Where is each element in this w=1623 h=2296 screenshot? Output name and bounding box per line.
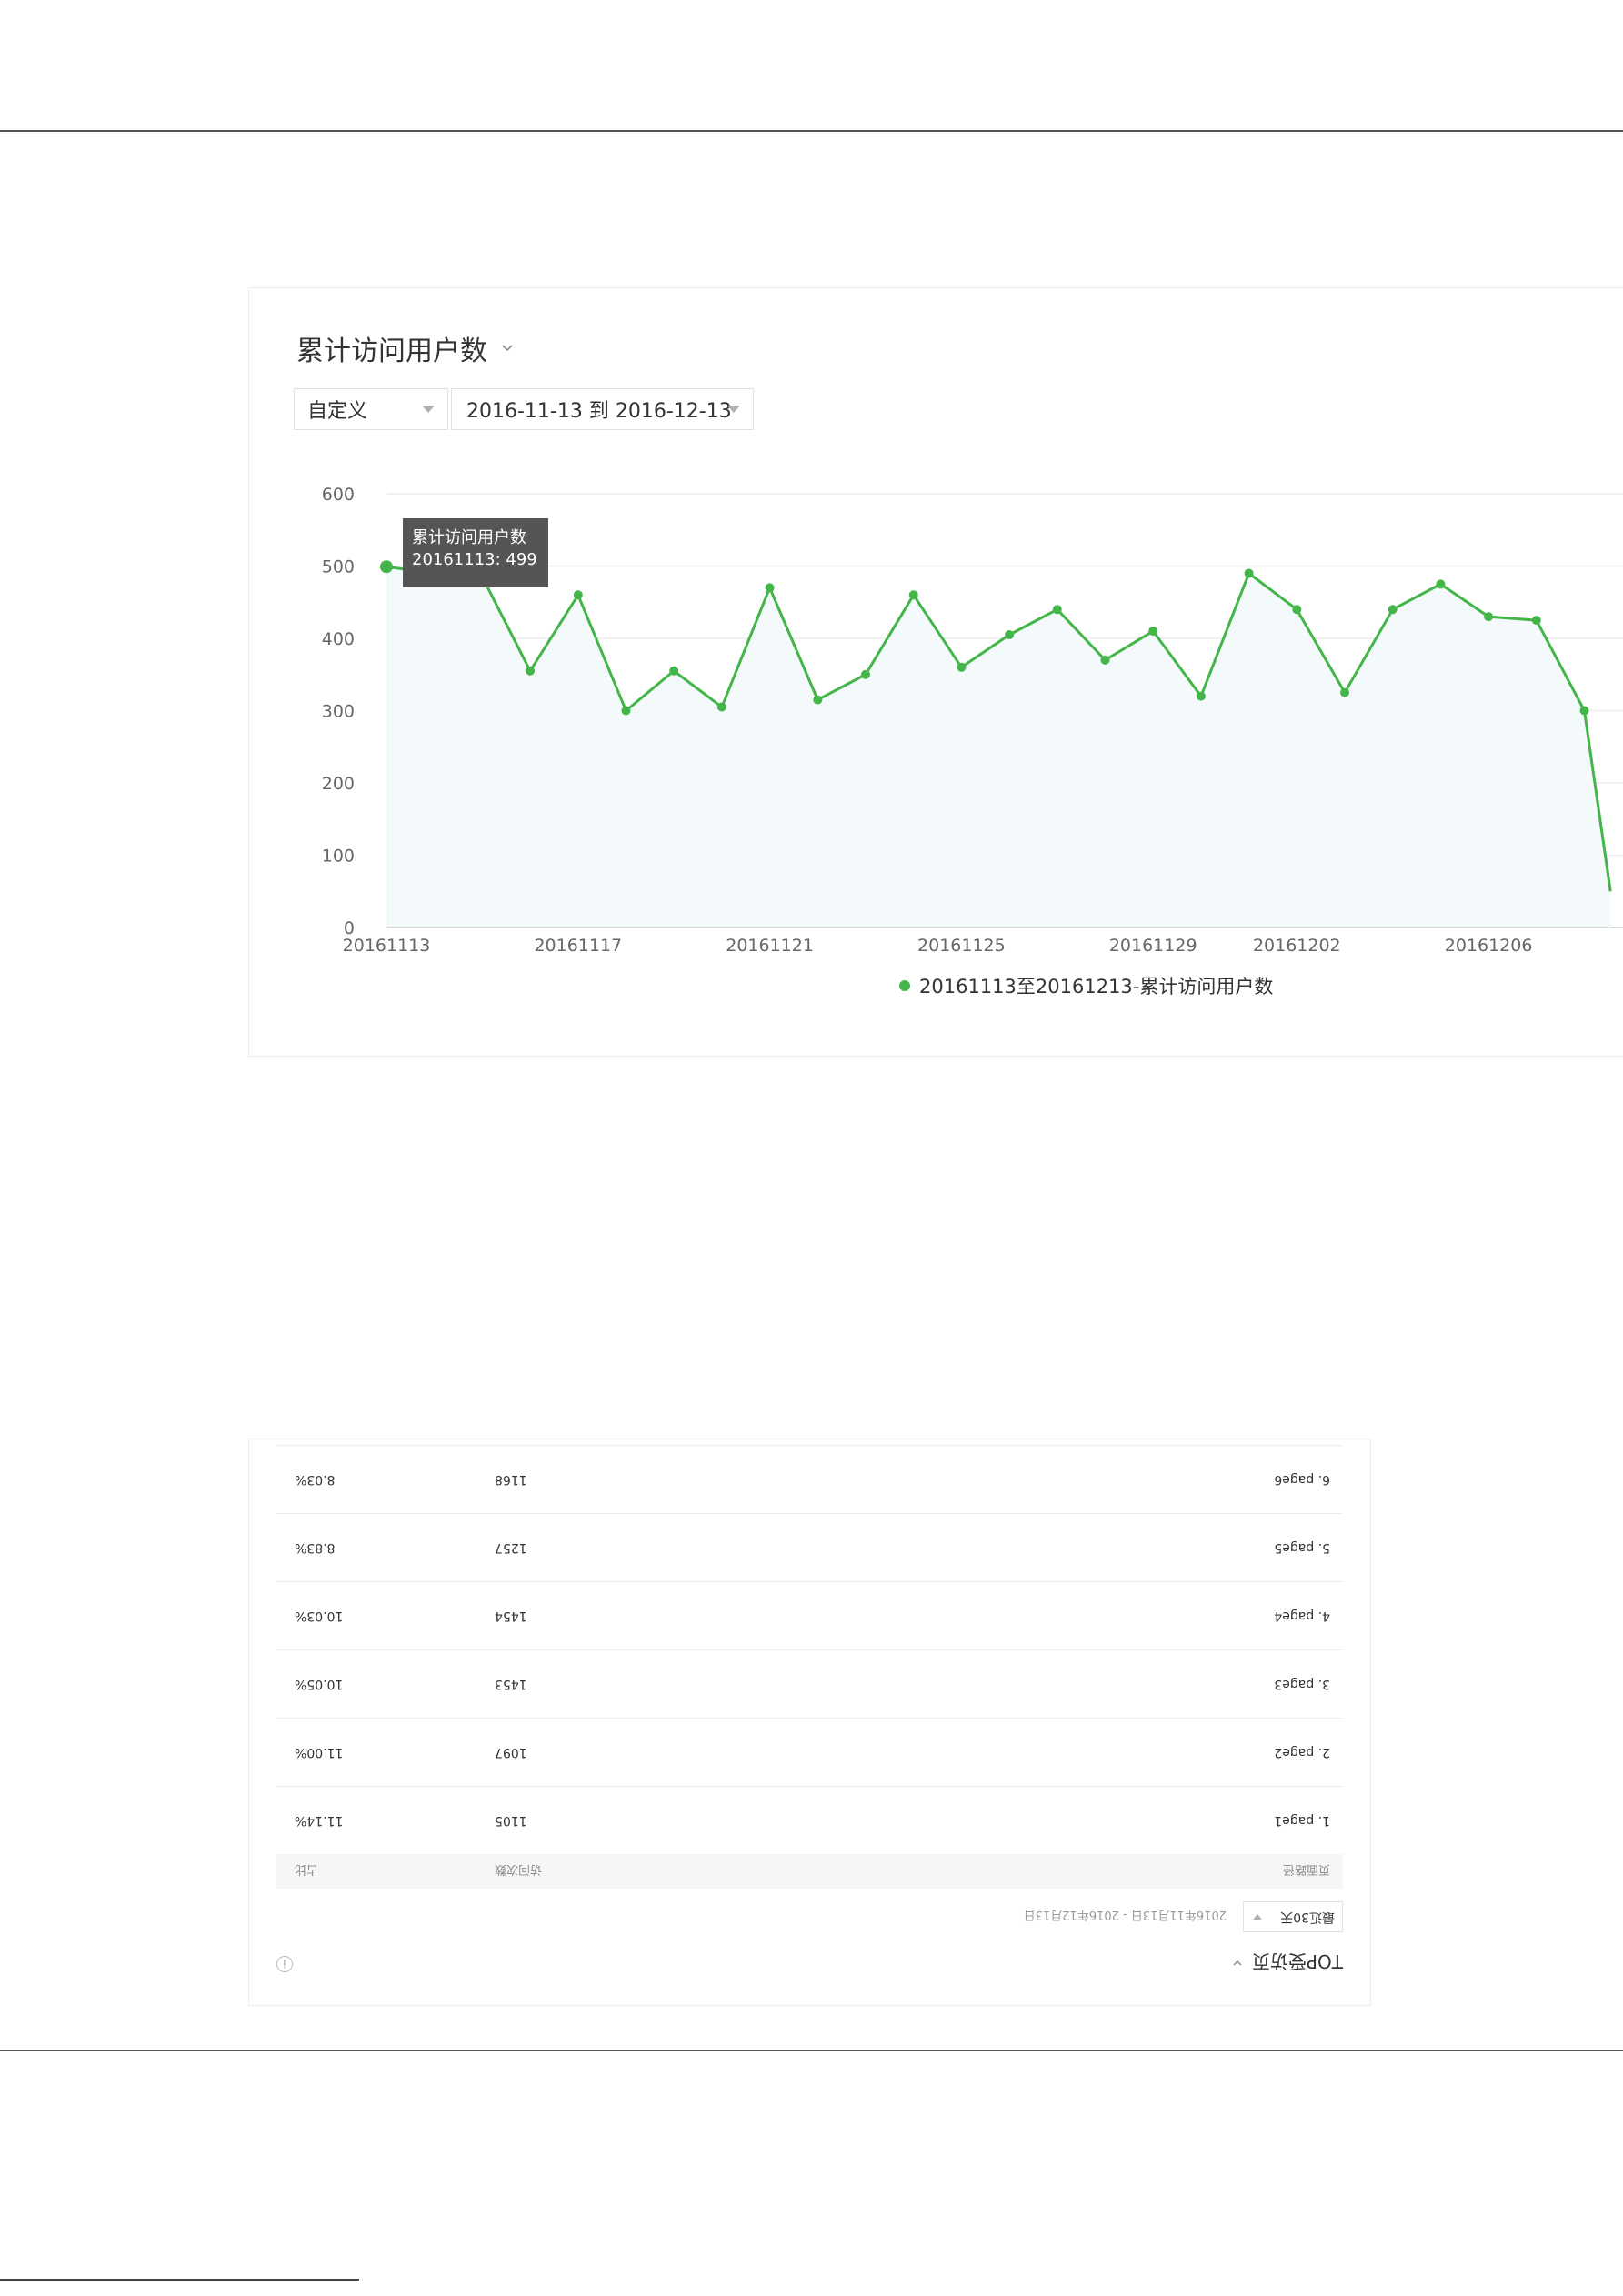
data-point	[1340, 687, 1349, 697]
page-path: 6. page6	[1274, 1472, 1330, 1487]
legend-label: 20161113至20161213-累计访问用户数	[919, 976, 1274, 998]
visit-share: 11.00%	[295, 1745, 344, 1760]
info-icon[interactable]: i	[276, 1956, 293, 1972]
visit-share: 10.03%	[295, 1609, 344, 1623]
x-tick-label: 20161113	[343, 936, 431, 956]
y-tick-label: 600	[322, 485, 355, 505]
table-row: 2. page2 1097 11.00%	[276, 1718, 1343, 1786]
page-path: 5. page5	[1274, 1540, 1330, 1555]
top-divider	[0, 130, 1623, 132]
data-point	[526, 666, 536, 676]
data-point	[765, 583, 775, 593]
period-date-range: 2016年11月13日 - 2016年12月13日	[1023, 1908, 1227, 1922]
data-point	[1388, 605, 1398, 615]
visit-share: 10.05%	[295, 1677, 344, 1691]
document-page: { "chart_panel": { "title": "累计访问用户数", "…	[0, 0, 1623, 2296]
period-select[interactable]: 最近30天	[1243, 1901, 1343, 1932]
table-row: 4. page4 1454 10.03%	[276, 1581, 1343, 1649]
visit-count: 1453	[495, 1677, 527, 1691]
visit-share: 11.14%	[295, 1813, 344, 1828]
table-row: 3. page3 1453 10.05%	[276, 1649, 1343, 1718]
line-chart: 010020030040050060020161113 20161117 20161…	[322, 485, 1623, 956]
data-point	[861, 669, 870, 679]
x-tick-label: 20161206	[1445, 936, 1533, 956]
data-point	[1292, 605, 1302, 615]
page-path: 2. page2	[1274, 1745, 1330, 1760]
y-tick-label: 100	[322, 847, 355, 867]
top-pages-title: TOP受访页	[1251, 1950, 1343, 1973]
series-area	[386, 566, 1611, 927]
data-point	[621, 706, 631, 716]
x-tick-label: 20161125	[917, 936, 1006, 956]
chart-legend[interactable]: 20161113至20161213-累计访问用户数	[899, 972, 1273, 999]
table-row: 6. page6 1168 8.03%	[276, 1445, 1343, 1513]
data-point	[1484, 612, 1494, 622]
data-point	[1196, 691, 1206, 701]
x-tick-label: 20161121	[726, 936, 814, 956]
table-row: 5. page5 1257 8.83%	[276, 1513, 1343, 1581]
legend-marker	[899, 980, 910, 991]
y-tick-label: 500	[322, 557, 355, 577]
column-header: 页面路径	[1282, 1862, 1330, 1877]
visit-count: 1105	[495, 1813, 527, 1828]
y-tick-label: 200	[322, 774, 355, 794]
data-point	[1100, 655, 1110, 665]
data-point	[1531, 616, 1541, 626]
data-point	[716, 702, 726, 712]
data-point	[813, 695, 823, 705]
tooltip-value: 20161113: 499	[412, 550, 537, 569]
data-point	[1052, 605, 1062, 615]
y-tick-label: 300	[322, 702, 355, 722]
bottom-divider	[0, 2050, 1623, 2051]
data-point	[957, 662, 967, 672]
top-pages-table: 页面路径 访问次数 占比 1. page1 1105 11.14% 2. pag…	[276, 1445, 1343, 1889]
page-path: 4. page4	[1274, 1609, 1330, 1623]
chevron-down-icon[interactable]	[1232, 1958, 1243, 1969]
visit-count: 1257	[495, 1540, 527, 1555]
x-tick-label: 20161129	[1109, 936, 1197, 956]
data-point	[908, 590, 918, 600]
column-header: 访问次数	[495, 1862, 543, 1877]
x-tick-label: 20161202	[1253, 936, 1341, 956]
data-point	[1244, 568, 1254, 578]
x-tick-label: 20161117	[534, 936, 622, 956]
data-point	[573, 590, 583, 600]
chevron-down-icon	[1253, 1914, 1262, 1920]
table-row: 1. page1 1105 11.14%	[276, 1786, 1343, 1854]
period-value: 最近30天	[1280, 1910, 1335, 1924]
y-tick-label: 400	[322, 629, 355, 649]
data-point	[1579, 706, 1589, 716]
chart-tooltip: 累计访问用户数 20161113: 499	[403, 518, 548, 587]
data-point	[1005, 630, 1015, 640]
footnote-rule	[0, 2279, 359, 2281]
data-point	[380, 560, 393, 574]
visit-share: 8.03%	[295, 1472, 336, 1487]
top-pages-controls: 最近30天 2016年11月13日 - 2016年12月13日	[1024, 1901, 1343, 1932]
column-header: 占比	[295, 1862, 319, 1877]
visit-count: 1168	[495, 1472, 527, 1487]
visit-share: 8.83%	[295, 1540, 336, 1555]
page-path: 3. page3	[1274, 1677, 1330, 1691]
data-point	[669, 666, 679, 676]
visit-count: 1454	[495, 1609, 527, 1623]
data-point	[1148, 627, 1158, 637]
tooltip-series: 累计访问用户数	[412, 528, 526, 547]
visit-count: 1097	[495, 1745, 527, 1760]
page-path: 1. page1	[1274, 1813, 1330, 1828]
top-pages-panel: TOP受访页 i 最近30天 2016年11月13日 - 2016年12月13日…	[248, 1439, 1371, 2006]
top-pages-header: TOP受访页 i	[276, 1949, 1343, 1978]
chart-panel: 累计访问用户数 自定义 2016-11-13 到 2016-12-13 0 100…	[248, 287, 1623, 1057]
table-header: 页面路径 访问次数 占比	[276, 1854, 1343, 1889]
data-point	[1436, 579, 1446, 589]
